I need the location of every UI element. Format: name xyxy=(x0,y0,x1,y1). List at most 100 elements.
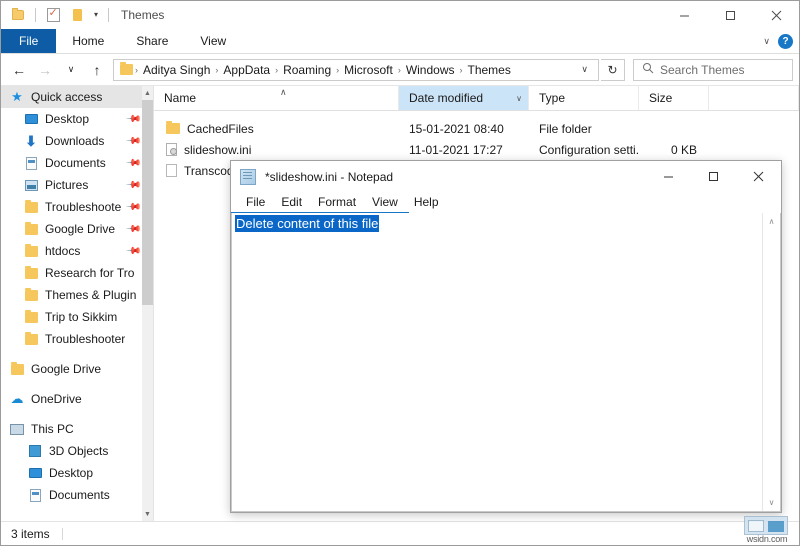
column-headers: Name ∧ Date modified ∨ Type Size xyxy=(154,86,799,111)
chevron-down-icon[interactable]: ∨ xyxy=(763,36,770,47)
breadcrumb-item-2[interactable]: Roaming xyxy=(279,63,335,77)
table-row[interactable]: CachedFiles 15-01-2021 08:40 File folder xyxy=(154,118,799,139)
tab-home[interactable]: Home xyxy=(56,29,120,53)
sidebar-item-downloads[interactable]: ⬇ Downloads 📌 xyxy=(1,130,153,152)
sidebar-item-google-drive-pinned[interactable]: Google Drive 📌 xyxy=(1,218,153,240)
table-row[interactable]: slideshow.ini 11-01-2021 17:27 Configura… xyxy=(154,139,799,160)
sidebar-item-quick-access[interactable]: ★ Quick access xyxy=(1,86,153,108)
maximize-button[interactable] xyxy=(707,1,753,29)
column-header-type[interactable]: Type xyxy=(529,86,639,110)
folder-icon xyxy=(23,221,39,237)
chevron-down-icon[interactable]: ∨ xyxy=(516,94,522,103)
sidebar-spacer-3 xyxy=(1,410,153,418)
column-header-name[interactable]: Name ∧ xyxy=(154,86,399,110)
address-dropdown-caret-icon[interactable]: ∨ xyxy=(575,64,594,75)
sidebar-item-documents[interactable]: Documents 📌 xyxy=(1,152,153,174)
column-header-label: Date modified xyxy=(409,91,483,105)
folder-icon[interactable] xyxy=(9,6,27,24)
sidebar-item-troubleshooter-pinned[interactable]: Troubleshoote 📌 xyxy=(1,196,153,218)
search-input[interactable]: Search Themes xyxy=(633,59,793,81)
sidebar-item-pictures[interactable]: Pictures 📌 xyxy=(1,174,153,196)
scroll-down-icon[interactable]: ∨ xyxy=(763,494,780,511)
tab-share[interactable]: Share xyxy=(120,29,184,53)
sidebar-item-label: Troubleshooter xyxy=(45,332,125,346)
new-folder-icon[interactable] xyxy=(68,6,86,24)
sidebar-item-3d-objects[interactable]: 3D Objects xyxy=(1,440,153,462)
recent-locations-button[interactable]: ∨ xyxy=(59,58,83,82)
pin-icon[interactable]: 📌 xyxy=(124,199,141,216)
sidebar-item-onedrive[interactable]: ☁ OneDrive xyxy=(1,388,153,410)
sidebar-scrollbar[interactable]: ▲ ▼ xyxy=(142,86,153,521)
file-name-cell[interactable]: CachedFiles xyxy=(154,122,399,136)
breadcrumb-item-3[interactable]: Microsoft xyxy=(340,63,397,77)
up-button[interactable]: ↑ xyxy=(85,58,109,82)
column-header-date-modified[interactable]: Date modified ∨ xyxy=(399,86,529,110)
documents-icon xyxy=(27,487,43,503)
folder-icon xyxy=(166,123,180,134)
watermark-image-icon xyxy=(744,516,788,535)
help-icon[interactable]: ? xyxy=(778,34,793,49)
explorer-window-controls xyxy=(661,1,799,29)
close-button[interactable] xyxy=(753,1,799,29)
column-header-label: Size xyxy=(649,91,672,105)
tab-view[interactable]: View xyxy=(184,29,242,53)
column-header-size[interactable]: Size xyxy=(639,86,709,110)
notepad-scrollbar[interactable]: ∧ ∨ xyxy=(762,213,780,511)
sidebar-item-google-drive[interactable]: Google Drive xyxy=(1,358,153,380)
pin-icon[interactable]: 📌 xyxy=(124,221,141,238)
sidebar-item-this-pc[interactable]: This PC xyxy=(1,418,153,440)
sidebar-item-pc-desktop[interactable]: Desktop xyxy=(1,462,153,484)
sidebar-item-pc-documents[interactable]: Documents xyxy=(1,484,153,506)
breadcrumb-item-1[interactable]: AppData xyxy=(219,63,274,77)
scroll-up-icon[interactable]: ▲ xyxy=(142,86,153,100)
notepad-text-area[interactable]: Delete content of this file xyxy=(232,213,762,511)
customize-caret-icon[interactable]: ▾ xyxy=(92,11,100,19)
breadcrumb-item-0[interactable]: Aditya Singh xyxy=(139,63,214,77)
sidebar-item-research-for-troubleshooting[interactable]: Research for Tro xyxy=(1,262,153,284)
breadcrumb-item-5[interactable]: Themes xyxy=(464,63,515,77)
scroll-up-icon[interactable]: ∧ xyxy=(763,213,780,230)
quick-access-toolbar: ▾ xyxy=(1,6,111,24)
sidebar-item-trip-to-sikkim[interactable]: Trip to Sikkim xyxy=(1,306,153,328)
properties-icon[interactable] xyxy=(44,6,62,24)
sidebar-item-htdocs[interactable]: htdocs 📌 xyxy=(1,240,153,262)
file-name-label: Transcod xyxy=(184,164,234,178)
file-type-cell: Configuration setti... xyxy=(529,143,639,157)
notepad-close-button[interactable] xyxy=(736,161,781,192)
selected-text[interactable]: Delete content of this file xyxy=(235,215,379,232)
pin-icon[interactable]: 📌 xyxy=(124,155,141,172)
minimize-button[interactable] xyxy=(661,1,707,29)
pin-icon[interactable]: 📌 xyxy=(124,111,141,128)
notepad-title: *slideshow.ini - Notepad xyxy=(265,170,393,184)
pin-icon[interactable]: 📌 xyxy=(124,177,141,194)
desktop-icon xyxy=(27,465,43,481)
menu-item-format[interactable]: Format xyxy=(311,192,363,213)
tab-file[interactable]: File xyxy=(1,29,56,53)
refresh-button[interactable]: ↻ xyxy=(601,59,625,81)
search-placeholder: Search Themes xyxy=(660,63,745,77)
sidebar-scrollbar-thumb[interactable] xyxy=(142,100,153,305)
address-bar[interactable]: › Aditya Singh › AppData › Roaming › Mic… xyxy=(113,59,599,81)
breadcrumb-item-4[interactable]: Windows xyxy=(402,63,459,77)
ini-file-icon xyxy=(166,143,177,156)
pin-icon[interactable]: 📌 xyxy=(124,133,141,150)
notepad-maximize-button[interactable] xyxy=(691,161,736,192)
menu-item-file[interactable]: File xyxy=(239,192,272,213)
notepad-minimize-button[interactable] xyxy=(646,161,691,192)
item-count-label: 3 items xyxy=(11,527,50,541)
sidebar-item-desktop[interactable]: Desktop 📌 xyxy=(1,108,153,130)
folder-icon xyxy=(23,331,39,347)
back-button[interactable]: ← xyxy=(7,58,31,82)
sidebar-item-troubleshooter[interactable]: Troubleshooter xyxy=(1,328,153,350)
menu-item-view[interactable]: View xyxy=(365,192,405,213)
file-name-cell[interactable]: slideshow.ini xyxy=(154,143,399,157)
documents-icon xyxy=(23,155,39,171)
forward-button[interactable]: → xyxy=(33,58,57,82)
menu-item-help[interactable]: Help xyxy=(407,192,446,213)
desktop-icon xyxy=(23,111,39,127)
pin-icon[interactable]: 📌 xyxy=(124,243,141,260)
scroll-down-icon[interactable]: ▼ xyxy=(142,507,153,521)
sidebar-item-themes-and-plugins[interactable]: Themes & Plugin xyxy=(1,284,153,306)
menu-item-edit[interactable]: Edit xyxy=(274,192,309,213)
address-bar-row: ← → ∨ ↑ › Aditya Singh › AppData › Roami… xyxy=(1,54,799,85)
